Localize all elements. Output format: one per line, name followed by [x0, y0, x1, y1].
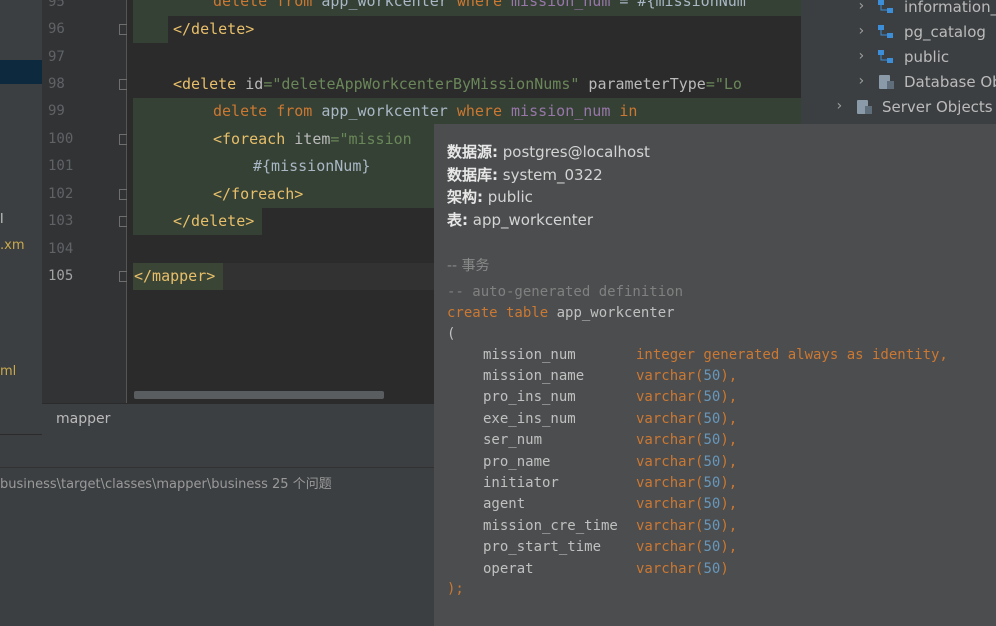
close-paren: );: [447, 581, 464, 597]
code-line-99: delete from app_workcenter where mission…: [213, 102, 638, 120]
column-name: pro_ins_num: [483, 389, 576, 406]
code-line-100: <foreach item="mission: [213, 130, 412, 148]
column-type: varchar(50),: [636, 496, 738, 513]
problems-row[interactable]: business\target\classes\mapper\business …: [0, 473, 332, 492]
column-type: varchar(50),: [636, 539, 738, 556]
column-type: varchar(50),: [636, 475, 738, 491]
code-line-103: </delete>: [173, 212, 255, 230]
column-name: operat: [483, 560, 534, 577]
column-name: pro_name: [483, 453, 551, 470]
column-type: varchar(50),: [636, 410, 738, 427]
code-line-96: </delete>: [173, 20, 255, 38]
line-number-current: 105: [48, 268, 74, 284]
line-number: 100: [48, 131, 74, 147]
project-panel: l .xm ml: [0, 0, 42, 434]
tree-item-public[interactable]: public: [904, 48, 949, 66]
quick-documentation-popup: 数据源: postgres@localhost 数据库: system_0322…: [434, 124, 996, 626]
column-name: pro_start_time: [483, 539, 602, 556]
chevron-right-icon[interactable]: ›: [857, 23, 865, 39]
line-number: 101: [48, 158, 74, 174]
problems-panel: business\target\classes\mapper\business …: [0, 435, 434, 626]
tree-item-pg-catalog[interactable]: pg_catalog: [904, 23, 986, 41]
chevron-right-icon[interactable]: ›: [835, 98, 843, 114]
chevron-right-icon[interactable]: ›: [857, 48, 865, 64]
autogen-comment: -- auto-generated definition: [447, 284, 684, 300]
project-file-fragment[interactable]: .xm: [0, 238, 25, 253]
code-line-105: </mapper>: [134, 267, 216, 285]
code-line-102: </foreach>: [213, 185, 304, 203]
tree-item-information-schema[interactable]: information_: [904, 0, 996, 16]
schema-icon: [878, 25, 893, 38]
breadcrumb-item-mapper[interactable]: mapper: [56, 411, 110, 427]
line-number: 96: [48, 21, 65, 37]
code-line-95: delete from app_workcenter where mission…: [213, 0, 746, 10]
column-name: mission_num: [483, 347, 576, 363]
breadcrumb: mapper: [42, 403, 434, 436]
column-name: mission_name: [483, 368, 585, 384]
line-number: 97: [48, 49, 65, 65]
project-file-fragment[interactable]: ml: [0, 364, 16, 379]
database-tree: › information_ › pg_catalog › public › D…: [801, 0, 996, 124]
schema-icon: [878, 50, 893, 63]
column-name: initiator: [483, 475, 559, 491]
schema-icon: [878, 0, 893, 13]
horizontal-scrollbar[interactable]: [134, 391, 384, 399]
transaction-comment: -- 事务: [447, 258, 490, 274]
column-type: varchar(50),: [636, 389, 738, 406]
table-line: 表: app_workcenter: [447, 211, 594, 229]
line-number: 95: [48, 0, 65, 10]
column-name: mission_cre_time: [483, 517, 618, 534]
column-name: ser_num: [483, 432, 543, 449]
line-number: 104: [48, 241, 74, 257]
server-objects-icon: [857, 100, 872, 114]
datasource-line: 数据源: postgres@localhost: [447, 143, 650, 161]
line-number: 102: [48, 186, 74, 202]
line-number: 98: [48, 76, 65, 92]
column-type: varchar(50),: [636, 517, 738, 534]
database-objects-icon: [879, 75, 894, 89]
column-name: exe_ins_num: [483, 410, 576, 427]
chevron-right-icon[interactable]: ›: [857, 73, 865, 89]
project-selected-row[interactable]: [0, 60, 42, 84]
create-table-line: create table app_workcenter: [447, 305, 675, 321]
line-number: 99: [48, 103, 65, 119]
column-name: agent: [483, 496, 526, 513]
tree-item-server-objects[interactable]: Server Objects: [882, 98, 993, 116]
tree-item-database-objects[interactable]: Database Ob: [904, 73, 996, 91]
column-type: varchar(50): [636, 560, 729, 577]
column-type: varchar(50),: [636, 368, 738, 384]
database-line: 数据库: system_0322: [447, 166, 603, 184]
line-number: 103: [48, 213, 74, 229]
code-line-98: <delete id="deleteAppWorkcenterByMission…: [173, 75, 742, 93]
column-type: varchar(50),: [636, 453, 738, 470]
column-type: varchar(50),: [636, 432, 738, 449]
column-type: integer generated always as identity,: [636, 347, 948, 363]
schema-line: 架构: public: [447, 188, 533, 206]
code-line-101: #{missionNum}: [253, 157, 371, 175]
project-file-fragment[interactable]: l: [0, 212, 4, 227]
chevron-right-icon[interactable]: ›: [857, 0, 865, 14]
open-paren: (: [447, 326, 456, 342]
